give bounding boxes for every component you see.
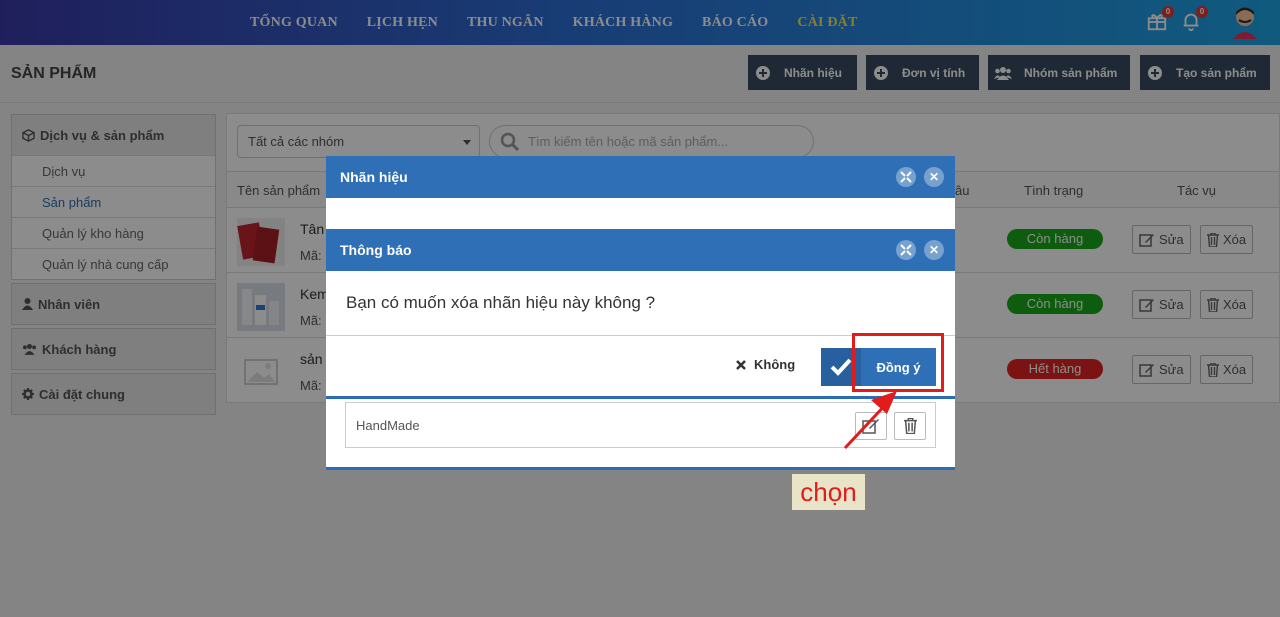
- pointer-arrow-icon: [843, 391, 897, 450]
- annotation-label: chọn: [792, 474, 865, 510]
